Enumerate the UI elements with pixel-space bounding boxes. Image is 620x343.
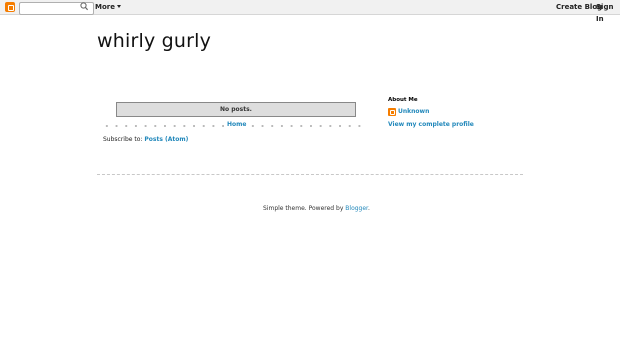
more-menu-button[interactable]: More	[95, 1, 121, 13]
blogger-logo-icon[interactable]	[5, 2, 15, 12]
search-icon[interactable]	[79, 1, 89, 12]
about-me-heading: About Me	[388, 97, 418, 103]
author-name-link[interactable]: Unknown	[398, 108, 429, 115]
blogger-link[interactable]: Blogger	[345, 205, 368, 212]
no-posts-message: No posts.	[116, 102, 356, 117]
home-link[interactable]: Home	[227, 121, 246, 128]
chevron-down-icon	[116, 5, 121, 8]
footer-divider	[97, 174, 523, 175]
subscribe-label: Subscribe to:	[103, 136, 143, 143]
view-profile-link[interactable]: View my complete profile	[388, 121, 474, 128]
blog-title[interactable]: whirly gurly	[97, 30, 211, 52]
blogger-profile-icon	[388, 108, 396, 116]
pager-divider-left	[102, 125, 224, 127]
footer-text: Simple theme. Powered by	[263, 205, 344, 212]
pager-divider-right	[248, 125, 368, 127]
more-label: More	[95, 3, 115, 11]
posts-atom-link[interactable]: Posts (Atom)	[144, 136, 188, 143]
subscribe-line: Subscribe to: Posts (Atom)	[103, 136, 188, 143]
sign-in-link[interactable]: Sign In	[596, 1, 620, 25]
blogger-navbar: More Create Blog Sign In	[0, 0, 620, 23]
footer-period: .	[367, 205, 370, 212]
